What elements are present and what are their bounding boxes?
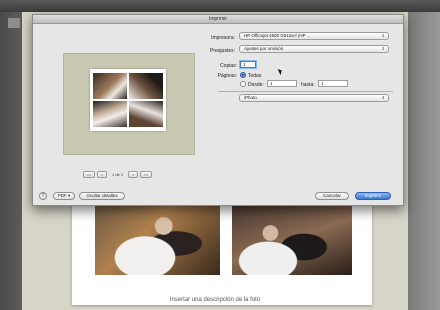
presets-label: Preajustes: [209,48,235,54]
last-page-button[interactable]: >> [140,170,153,178]
pages-from-field[interactable]: 1 [267,80,297,87]
pages-range-radio[interactable] [240,81,246,87]
preview-photo [129,101,163,127]
print-button[interactable]: Imprimir [355,192,391,200]
pdf-menu-button[interactable]: PDF ▾ [53,192,75,200]
first-page-button[interactable]: << [83,170,95,178]
print-preview [63,53,195,155]
printer-label: Impresora: [211,35,235,41]
app-sidebar [0,12,22,310]
pages-from-label: Desde: [248,82,264,88]
dialog-title: Imprimir [33,15,403,24]
dialog-footer: ? PDF ▾ Ocultar detalles Cancelar Imprim… [33,187,403,205]
preview-photo [129,73,163,99]
hide-details-button[interactable]: Ocultar detalles [79,192,125,200]
previous-page-button[interactable]: < [97,170,107,178]
wedding-photo-right[interactable] [232,205,352,275]
preview-photo [93,73,127,99]
copies-label: Copias: [220,63,237,69]
presets-value: Ajustes por omisión [244,46,284,51]
separator [218,91,393,92]
print-dialog: Imprimir << < 1 de 1 > >> Impresora: HP … [32,14,404,206]
preview-pager: << < 1 de 1 > >> [83,170,153,178]
wedding-photo-left[interactable] [95,205,220,275]
photo-caption[interactable]: Insertar una descripción de la foto [22,297,408,303]
pages-label: Páginas: [217,73,237,79]
pages-to-field[interactable]: 1 [318,80,348,87]
app-options-value: iPhoto [244,95,257,100]
chevron-updown-icon: ⇕ [381,33,385,38]
presets-select[interactable]: Ajustes por omisión ⇕ [239,45,389,53]
copies-field[interactable]: 1 [240,61,256,68]
next-page-button[interactable]: > [128,170,139,178]
mouse-pointer-icon [277,67,284,76]
preview-page [90,69,166,131]
page-indicator: 1 de 1 [112,171,124,177]
preview-photo [93,101,127,127]
chevron-updown-icon: ⇕ [381,95,385,100]
help-button[interactable]: ? [39,192,47,200]
sidebar-thumbnail[interactable] [8,18,20,28]
app-right-panel [408,12,440,310]
printer-value: HP Officejet 4500 G510a-f (HP ... [244,33,311,38]
app-titlebar [0,0,440,12]
cancel-button[interactable]: Cancelar [315,192,349,200]
chevron-updown-icon: ⇕ [381,46,385,51]
printer-select[interactable]: HP Officejet 4500 G510a-f (HP ... ⇕ [239,32,389,40]
pages-all-label: Todas [248,73,262,79]
pages-all-radio[interactable] [240,72,246,78]
app-options-select[interactable]: iPhoto ⇕ [239,94,389,102]
pages-to-label: hasta: [301,82,315,88]
